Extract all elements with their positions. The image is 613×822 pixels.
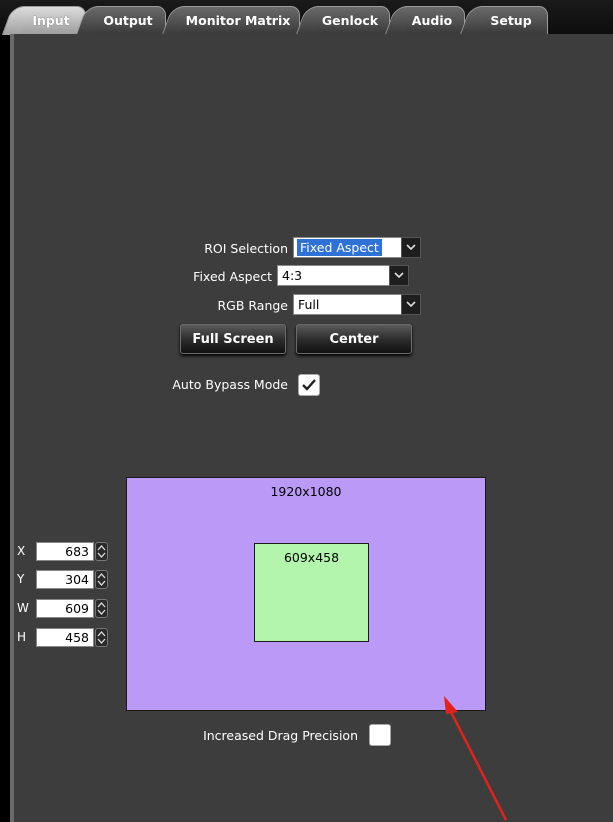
w-label: W bbox=[17, 601, 29, 615]
tab-audio[interactable]: Audio bbox=[399, 6, 465, 34]
x-input[interactable]: 683 bbox=[36, 542, 94, 561]
roi-rectangle[interactable]: 609x458 bbox=[254, 543, 369, 642]
y-input[interactable]: 304 bbox=[36, 570, 94, 589]
input-panel: ROI Selection Fixed Aspect Fixed Aspect … bbox=[10, 34, 613, 822]
h-label: H bbox=[17, 630, 27, 644]
w-stepper[interactable] bbox=[95, 599, 108, 618]
center-button[interactable]: Center bbox=[296, 324, 412, 354]
roi-selection-value: Fixed Aspect bbox=[297, 239, 382, 256]
roi-selection-select[interactable]: Fixed Aspect bbox=[293, 237, 421, 258]
fixed-aspect-select[interactable]: 4:3 bbox=[277, 265, 409, 286]
y-label: Y bbox=[17, 572, 25, 586]
tab-genlock[interactable]: Genlock bbox=[310, 6, 390, 34]
roi-selection-label: ROI Selection bbox=[204, 241, 288, 256]
chevron-down-icon bbox=[389, 265, 409, 286]
fixed-aspect-value: 4:3 bbox=[282, 268, 303, 283]
rgb-range-value: Full bbox=[298, 297, 320, 312]
rgb-range-select[interactable]: Full bbox=[293, 294, 421, 315]
tab-setup[interactable]: Setup bbox=[474, 6, 548, 34]
auto-bypass-checkbox[interactable] bbox=[298, 374, 320, 396]
h-input[interactable]: 458 bbox=[36, 628, 94, 647]
checkmark-icon bbox=[302, 379, 316, 391]
drag-precision-label: Increased Drag Precision bbox=[203, 728, 358, 743]
full-screen-button[interactable]: Full Screen bbox=[180, 324, 286, 354]
rgb-range-label: RGB Range bbox=[217, 298, 288, 313]
auto-bypass-label: Auto Bypass Mode bbox=[172, 377, 288, 392]
tab-output[interactable]: Output bbox=[90, 6, 166, 34]
annotation-arrow bbox=[444, 696, 508, 821]
roi-size-label: 609x458 bbox=[283, 550, 340, 565]
fixed-aspect-label: Fixed Aspect bbox=[193, 269, 272, 284]
chevron-down-icon bbox=[401, 294, 421, 315]
source-canvas[interactable]: 1920x1080 609x458 bbox=[126, 477, 486, 711]
y-stepper[interactable] bbox=[95, 570, 108, 589]
tab-monitor-matrix[interactable]: Monitor Matrix bbox=[176, 6, 300, 34]
tab-input[interactable]: Input bbox=[16, 6, 86, 34]
h-stepper[interactable] bbox=[95, 628, 108, 647]
tab-bar: Input Output Monitor Matrix Genlock Audi… bbox=[0, 0, 613, 34]
source-resolution-label: 1920x1080 bbox=[270, 484, 342, 499]
chevron-down-icon bbox=[401, 237, 421, 258]
x-label: X bbox=[17, 544, 26, 558]
w-input[interactable]: 609 bbox=[36, 599, 94, 618]
x-stepper[interactable] bbox=[95, 542, 108, 561]
drag-precision-checkbox[interactable] bbox=[369, 724, 391, 746]
